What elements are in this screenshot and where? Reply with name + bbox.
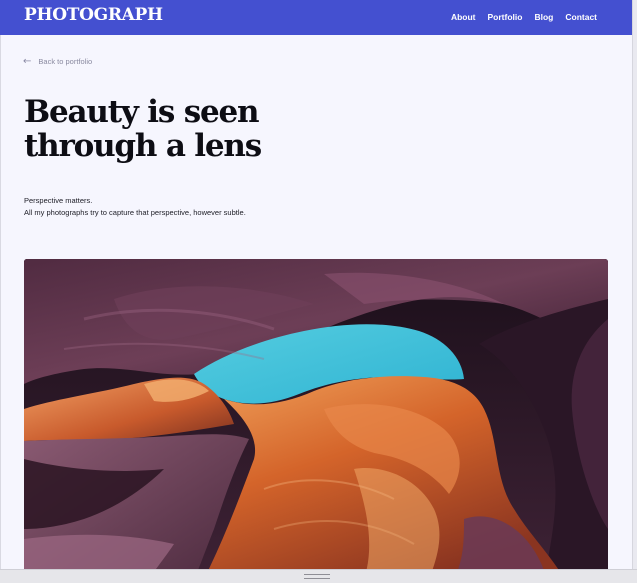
canyon-photo	[24, 259, 608, 569]
nav-contact-link[interactable]: Contact	[565, 12, 597, 23]
site-logo[interactable]: PHOTOGRAPH	[24, 5, 163, 25]
intro-text: Perspective matters. All my photographs …	[24, 195, 246, 218]
page-viewport: PHOTOGRAPH About Portfolio Blog Contact …	[0, 0, 632, 569]
resize-bar	[0, 569, 637, 583]
hero-image	[24, 259, 608, 569]
back-to-portfolio-link[interactable]: ← Back to portfolio	[23, 56, 92, 68]
page-title: Beauty is seen through a lens	[24, 95, 344, 163]
scrollbar-track[interactable]	[632, 0, 637, 569]
page-title-line-2: through a lens	[24, 128, 262, 164]
page-title-line-1: Beauty is seen	[24, 94, 260, 130]
nav-blog-link[interactable]: Blog	[534, 12, 553, 23]
arrow-left-icon: ←	[23, 56, 32, 67]
site-header: PHOTOGRAPH About Portfolio Blog Contact	[0, 0, 632, 35]
main-nav: About Portfolio Blog Contact	[451, 12, 597, 23]
page-border	[0, 35, 1, 569]
drag-handle-icon[interactable]	[304, 574, 330, 579]
nav-about-link[interactable]: About	[451, 12, 476, 23]
intro-line-1: Perspective matters.	[24, 196, 93, 205]
nav-portfolio-link[interactable]: Portfolio	[488, 12, 523, 23]
intro-line-2: All my photographs try to capture that p…	[24, 207, 246, 217]
back-link-label: Back to portfolio	[38, 57, 93, 66]
